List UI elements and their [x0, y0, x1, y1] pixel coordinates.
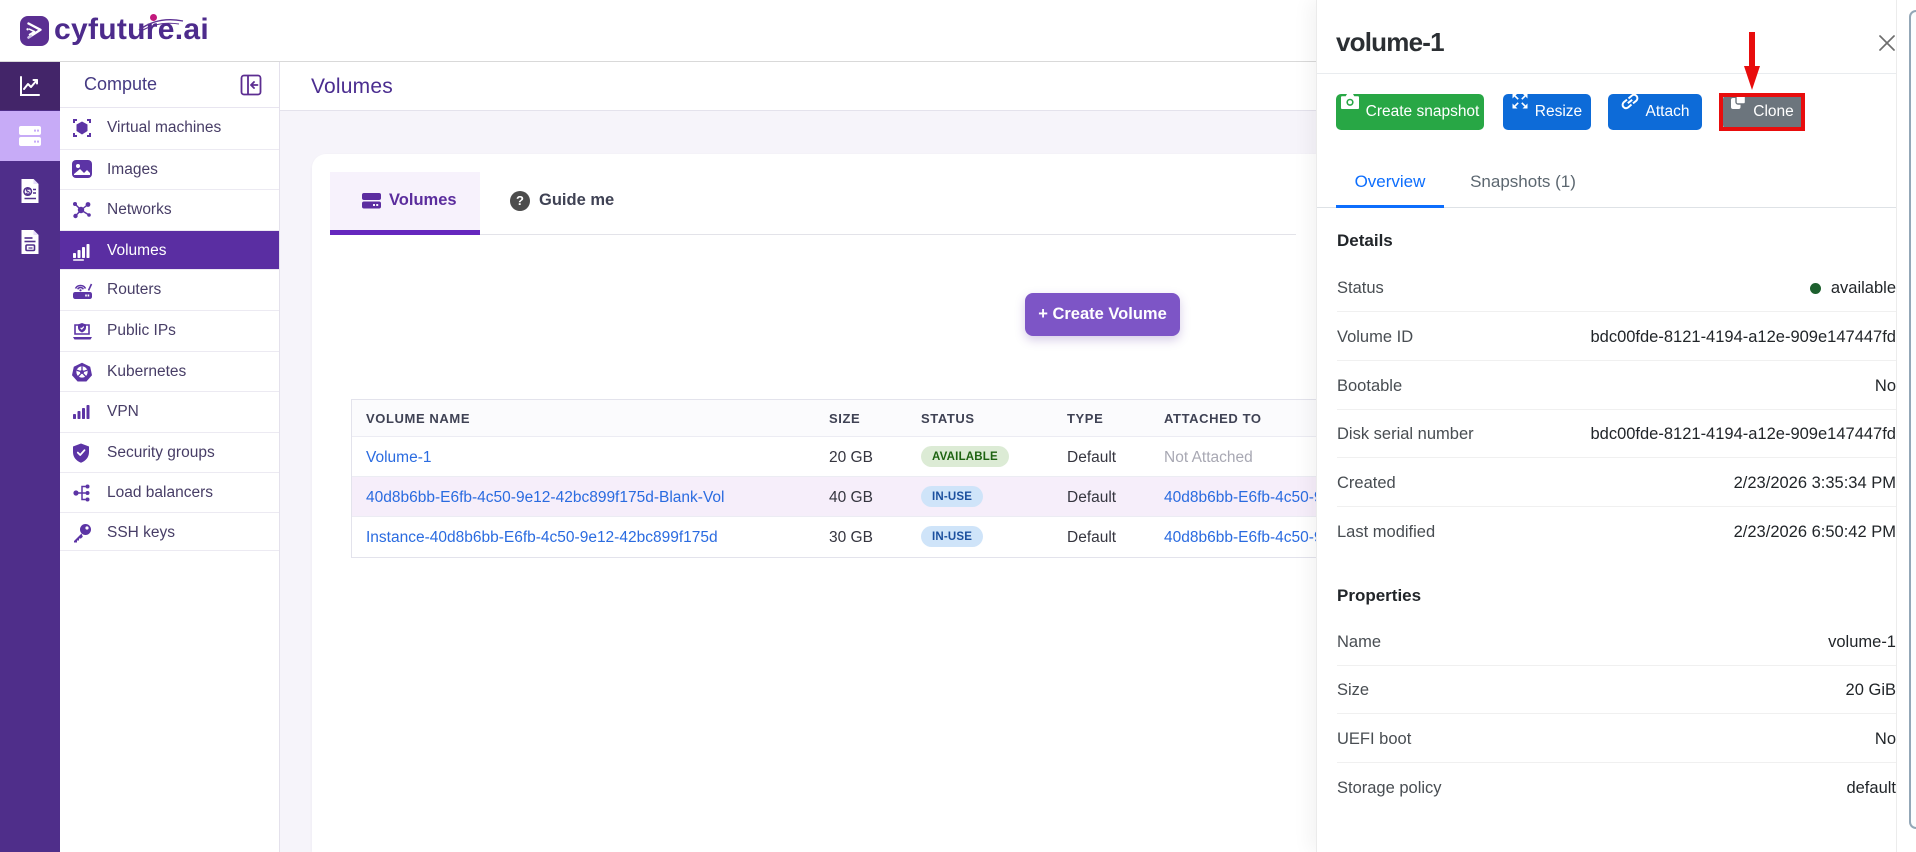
svg-text:$: $: [25, 187, 30, 196]
